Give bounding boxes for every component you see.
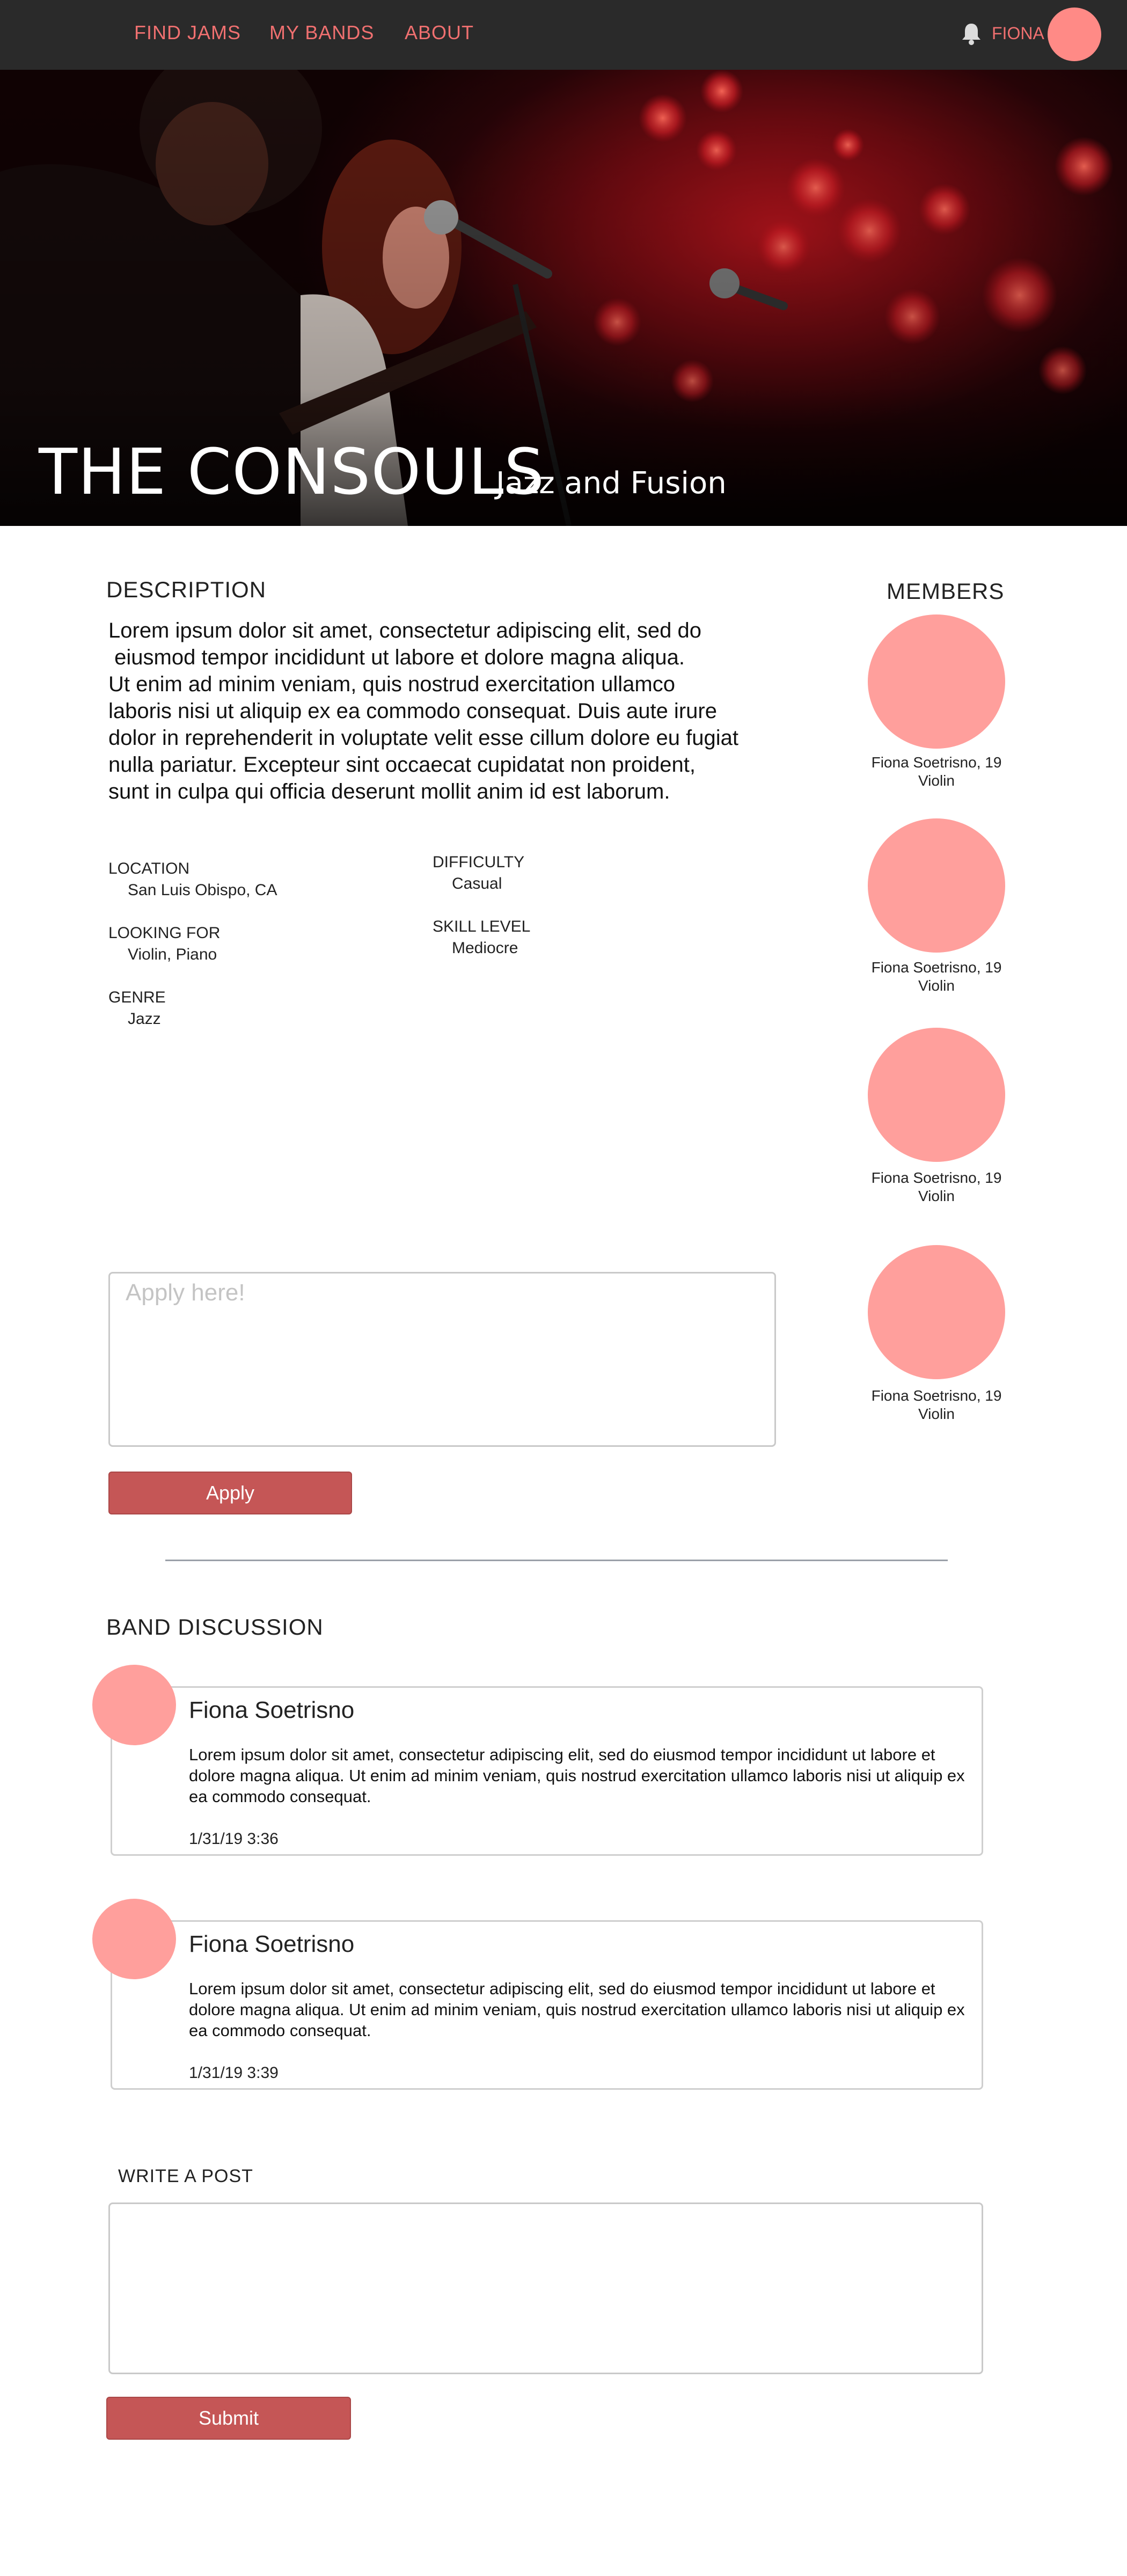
member-caption: Fiona Soetrisno, 19 Violin — [853, 1387, 1020, 1423]
skill-level-value: Mediocre — [452, 939, 518, 957]
post-author-name[interactable]: Fiona Soetrisno — [189, 1931, 354, 1958]
members-heading: MEMBERS — [887, 579, 1005, 604]
user-name[interactable]: FIONA — [992, 24, 1044, 43]
nav-link-my-bands[interactable]: MY BANDS — [269, 21, 374, 44]
genre-label: GENRE — [108, 989, 166, 1006]
post-author-avatar[interactable] — [92, 1899, 176, 1979]
member-name-age: Fiona Soetrisno, 19 — [871, 1387, 1002, 1404]
skill-level-label: SKILL LEVEL — [433, 918, 531, 935]
member-avatar[interactable] — [868, 614, 1005, 749]
section-divider — [165, 1560, 948, 1561]
member-avatar[interactable] — [868, 1245, 1005, 1379]
post-author-name[interactable]: Fiona Soetrisno — [189, 1697, 354, 1724]
member-caption: Fiona Soetrisno, 19 Violin — [853, 1169, 1020, 1205]
apply-placeholder-text: Apply here! — [126, 1279, 245, 1306]
member-instrument: Violin — [918, 1406, 955, 1422]
bell-icon[interactable] — [961, 21, 982, 45]
difficulty-label: DIFFICULTY — [433, 853, 525, 871]
write-post-heading: WRITE A POST — [118, 2166, 253, 2186]
member-name-age: Fiona Soetrisno, 19 — [871, 959, 1002, 976]
post-body-text: Lorem ipsum dolor sit amet, consectetur … — [189, 1979, 965, 2040]
user-avatar[interactable] — [1048, 8, 1101, 61]
member-instrument: Violin — [918, 772, 955, 789]
write-post-textarea[interactable] — [108, 2202, 983, 2374]
looking-for-label: LOOKING FOR — [108, 924, 221, 942]
location-label: LOCATION — [108, 860, 190, 877]
member-instrument: Violin — [918, 1188, 955, 1204]
post-body-text: Lorem ipsum dolor sit amet, consectetur … — [189, 1745, 965, 1806]
member-avatar[interactable] — [868, 818, 1005, 953]
band-genre-tagline: Jazz and Fusion — [496, 466, 727, 501]
post-timestamp: 1/31/19 3:36 — [189, 1830, 279, 1848]
difficulty-value: Casual — [452, 875, 502, 892]
post-author-avatar[interactable] — [92, 1665, 176, 1745]
post-timestamp: 1/31/19 3:39 — [189, 2064, 279, 2082]
nav-link-about[interactable]: ABOUT — [405, 21, 474, 44]
member-avatar[interactable] — [868, 1028, 1005, 1162]
member-instrument: Violin — [918, 977, 955, 994]
location-value: San Luis Obispo, CA — [128, 881, 277, 899]
member-caption: Fiona Soetrisno, 19 Violin — [853, 753, 1020, 790]
description-text: Lorem ipsum dolor sit amet, consectetur … — [108, 619, 739, 803]
description-heading: DESCRIPTION — [106, 577, 267, 602]
genre-value: Jazz — [128, 1010, 161, 1028]
band-discussion-heading: BAND DISCUSSION — [106, 1614, 324, 1640]
band-name-title: THE CONSOULS — [39, 435, 545, 509]
looking-for-value: Violin, Piano — [128, 946, 217, 963]
member-name-age: Fiona Soetrisno, 19 — [871, 1169, 1002, 1186]
submit-post-button[interactable]: Submit — [106, 2397, 351, 2440]
apply-button[interactable]: Apply — [108, 1472, 352, 1514]
nav-link-find-jams[interactable]: FIND JAMS — [134, 21, 241, 44]
member-name-age: Fiona Soetrisno, 19 — [871, 754, 1002, 771]
member-caption: Fiona Soetrisno, 19 Violin — [853, 958, 1020, 995]
